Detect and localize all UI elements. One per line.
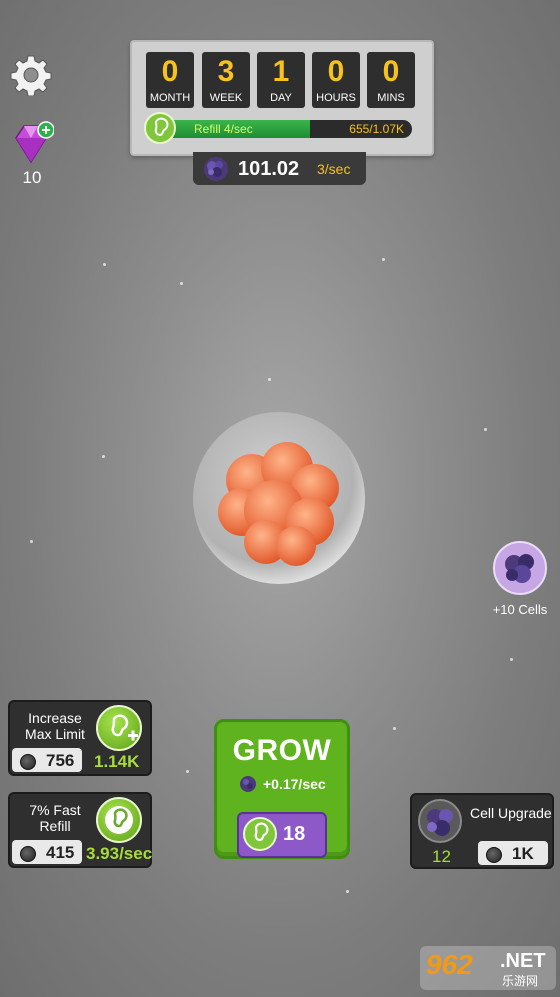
timer-month-label: MONTH bbox=[149, 92, 191, 104]
cell-upgrade-title: Cell Upgrade bbox=[470, 805, 552, 821]
watermark-logo: 962 .NET 乐游网 bbox=[420, 946, 556, 990]
cell-cluster-icon bbox=[493, 541, 547, 595]
coin-icon bbox=[486, 847, 502, 863]
cell-upgrade-card[interactable]: Cell Upgrade 12 1K bbox=[410, 793, 554, 869]
timer-mins-value: 0 bbox=[382, 55, 400, 88]
timer-week-label: WEEK bbox=[209, 92, 243, 104]
watermark-number: 962 bbox=[426, 949, 473, 980]
fast-refill-cost: 415 bbox=[12, 840, 82, 864]
embryo-icon bbox=[144, 112, 176, 144]
fast-refill-title-line2: Refill bbox=[39, 818, 71, 834]
grow-button[interactable]: GROW +0.17/sec 18 bbox=[214, 719, 350, 859]
bonus-cells-button[interactable] bbox=[492, 540, 548, 596]
embryo-cell[interactable] bbox=[192, 410, 367, 585]
gem-shop-button[interactable] bbox=[10, 120, 55, 166]
grow-title: GROW bbox=[232, 734, 332, 767]
gem-count: 10 bbox=[22, 168, 42, 187]
watermark-sub: 乐游网 bbox=[502, 974, 539, 988]
max-limit-title-line1: Increase bbox=[28, 710, 82, 726]
embryo-graphic bbox=[193, 412, 365, 584]
settings-button[interactable] bbox=[10, 54, 52, 97]
timer-hours: 0 HOURS bbox=[312, 52, 360, 108]
cells-counter: 101.02 3/sec bbox=[193, 152, 366, 185]
cell-upgrade-cost: 1K bbox=[478, 841, 548, 865]
cells-rate: 3/sec bbox=[317, 161, 351, 177]
fast-refill-title-line1: 7% Fast bbox=[29, 802, 81, 818]
max-limit-cost: 756 bbox=[12, 748, 82, 772]
timer-mins-label: MINS bbox=[377, 92, 405, 104]
cell-cluster-icon bbox=[204, 157, 228, 181]
timer-hours-value: 0 bbox=[327, 55, 345, 88]
fast-refill-title: 7% Fast Refill bbox=[14, 802, 96, 834]
timer-month: 0 MONTH bbox=[146, 52, 194, 108]
cell-cluster-icon bbox=[240, 776, 256, 792]
timer-week: 3 WEEK bbox=[202, 52, 250, 108]
refill-value: 655/1.07K bbox=[349, 122, 404, 136]
embryo-icon bbox=[243, 817, 277, 851]
timer-hours-label: HOURS bbox=[316, 92, 356, 104]
cells-value: 101.02 bbox=[238, 158, 300, 180]
bonus-cells-label: +10 Cells bbox=[492, 602, 548, 617]
gear-icon bbox=[10, 55, 52, 97]
timer-month-value: 0 bbox=[161, 55, 179, 88]
refill-label: Refill 4/sec bbox=[194, 122, 253, 136]
embryo-refill-icon bbox=[96, 797, 142, 843]
timer-week-value: 3 bbox=[217, 55, 235, 88]
coin-icon bbox=[20, 846, 36, 862]
timer-day: 1 DAY bbox=[257, 52, 305, 108]
cell-cluster-icon bbox=[418, 799, 462, 843]
timer-mins: 0 MINS bbox=[367, 52, 415, 108]
timer-day-value: 1 bbox=[272, 55, 290, 88]
gem-icon bbox=[15, 121, 55, 164]
fast-refill-card[interactable]: 7% Fast Refill 415 3.93/sec bbox=[8, 792, 152, 868]
grow-cost-value: 18 bbox=[283, 823, 306, 845]
increase-max-limit-card[interactable]: Increase Max Limit 756 1.14K bbox=[8, 700, 152, 776]
max-limit-cost-value: 756 bbox=[46, 751, 75, 770]
fast-refill-stat: 3.93/sec bbox=[86, 844, 153, 863]
max-limit-title-line2: Max Limit bbox=[25, 726, 85, 742]
embryo-plus-icon bbox=[96, 705, 142, 751]
cell-upgrade-cost-value: 1K bbox=[512, 844, 534, 863]
refill-progress-bar: Refill 4/sec 655/1.07K bbox=[150, 120, 412, 138]
max-limit-title: Increase Max Limit bbox=[14, 710, 96, 742]
timer-day-label: DAY bbox=[270, 92, 292, 104]
coin-icon bbox=[20, 754, 36, 770]
time-panel: 0 MONTH 3 WEEK 1 DAY 0 HOURS 0 MINS Refi… bbox=[130, 40, 434, 156]
grow-cost: 18 bbox=[237, 812, 327, 858]
fast-refill-cost-value: 415 bbox=[46, 843, 75, 862]
grow-rate: +0.17/sec bbox=[263, 776, 326, 792]
watermark-net: .NET bbox=[500, 950, 546, 972]
cell-upgrade-level: 12 bbox=[432, 847, 451, 866]
max-limit-stat: 1.14K bbox=[94, 752, 140, 771]
